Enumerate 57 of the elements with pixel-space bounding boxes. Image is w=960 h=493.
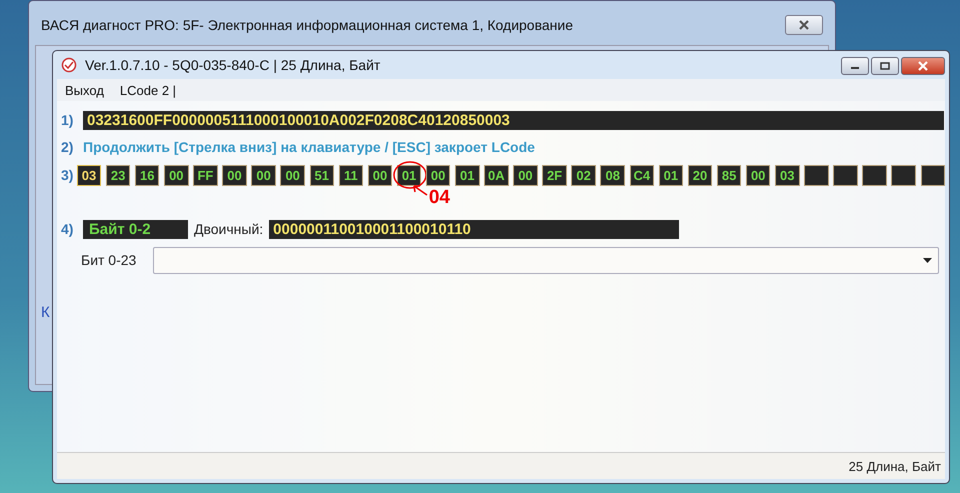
close-icon	[917, 61, 929, 71]
byte-cell[interactable]: 51	[310, 164, 334, 186]
byte-cell[interactable]: 01	[455, 164, 480, 186]
byte-cell[interactable]: 03	[775, 164, 800, 186]
menu-item[interactable]: Выход	[63, 82, 106, 98]
byte-cell[interactable]: 00	[164, 164, 189, 186]
byte-cell[interactable]: 08	[600, 164, 625, 186]
byte-cell[interactable]: 11	[338, 164, 364, 186]
minimize-button[interactable]	[841, 57, 869, 75]
byte-cell[interactable]	[862, 164, 887, 186]
byte-cell[interactable]: 23	[106, 164, 130, 186]
window-title: Ver.1.0.7.10 - 5Q0-035-840-C | 25 Длина, Байт	[85, 57, 382, 73]
binary-label: Двоичный:	[194, 221, 264, 237]
binary-value-field: 000000110010001100010110	[269, 220, 680, 238]
dropdown-arrow-icon	[923, 258, 932, 262]
byte-cell[interactable]	[804, 164, 829, 186]
byte-cell[interactable]: 16	[134, 164, 160, 186]
byte-cell[interactable]: 00	[513, 164, 538, 186]
close-button[interactable]	[785, 15, 823, 35]
byte-cell[interactable]: 00	[368, 164, 392, 186]
byte-cell[interactable]: C4	[630, 164, 654, 186]
byte-cell[interactable]: 00	[251, 164, 276, 186]
byte-cell[interactable]: 85	[716, 164, 742, 186]
byte-cell[interactable]: FF	[193, 164, 218, 186]
byte-cell[interactable]: 03	[76, 164, 102, 186]
row-number: 1)	[61, 112, 74, 128]
byte-cell[interactable]: 02	[571, 164, 596, 186]
app-icon	[61, 57, 77, 73]
hint-text: Продолжить [Стрелка вниз] на клавиатуре / [ESC] закроет LCode	[83, 139, 535, 155]
byte-cell[interactable]	[920, 164, 945, 186]
byte-cell[interactable]: 01	[658, 164, 684, 186]
link-text[interactable]: К	[41, 304, 50, 321]
annotation-label: 04	[428, 186, 450, 208]
close-button[interactable]	[901, 57, 945, 75]
byte-cell[interactable]	[833, 164, 858, 186]
hex-code-field: 03231600FF0000005111000100010A002F0208C40120850003	[83, 110, 944, 130]
byte-range-label: Байт 0-2	[83, 220, 188, 238]
byte-cell[interactable]	[891, 164, 916, 186]
byte-cell[interactable]: 00	[426, 164, 450, 186]
byte-cell[interactable]: 2F	[542, 164, 567, 186]
close-icon	[798, 20, 810, 30]
maximize-icon	[880, 62, 890, 70]
byte-cell[interactable]: 01	[396, 164, 422, 186]
byte-cell[interactable]: 0A	[484, 164, 509, 186]
byte-cell[interactable]: 00	[222, 164, 247, 186]
row-number: 4)	[61, 221, 74, 237]
byte-cell[interactable]: 00	[280, 164, 305, 186]
byte-cell[interactable]: 20	[688, 164, 712, 186]
status-text: 25 Длина, Байт	[848, 458, 941, 474]
row-number: 2)	[61, 139, 74, 155]
row-number: 3)	[61, 167, 74, 183]
byte-cell[interactable]: 00	[746, 164, 770, 186]
window-title: ВАСЯ диагност PRO: 5F- Электронная информационная система 1, Кодирование	[41, 17, 573, 33]
maximize-button[interactable]	[871, 57, 899, 75]
annotation-arrow	[410, 182, 429, 196]
bit-label: Бит 0-23	[81, 252, 138, 268]
menu-item[interactable]: LCode 2 |	[118, 82, 178, 98]
